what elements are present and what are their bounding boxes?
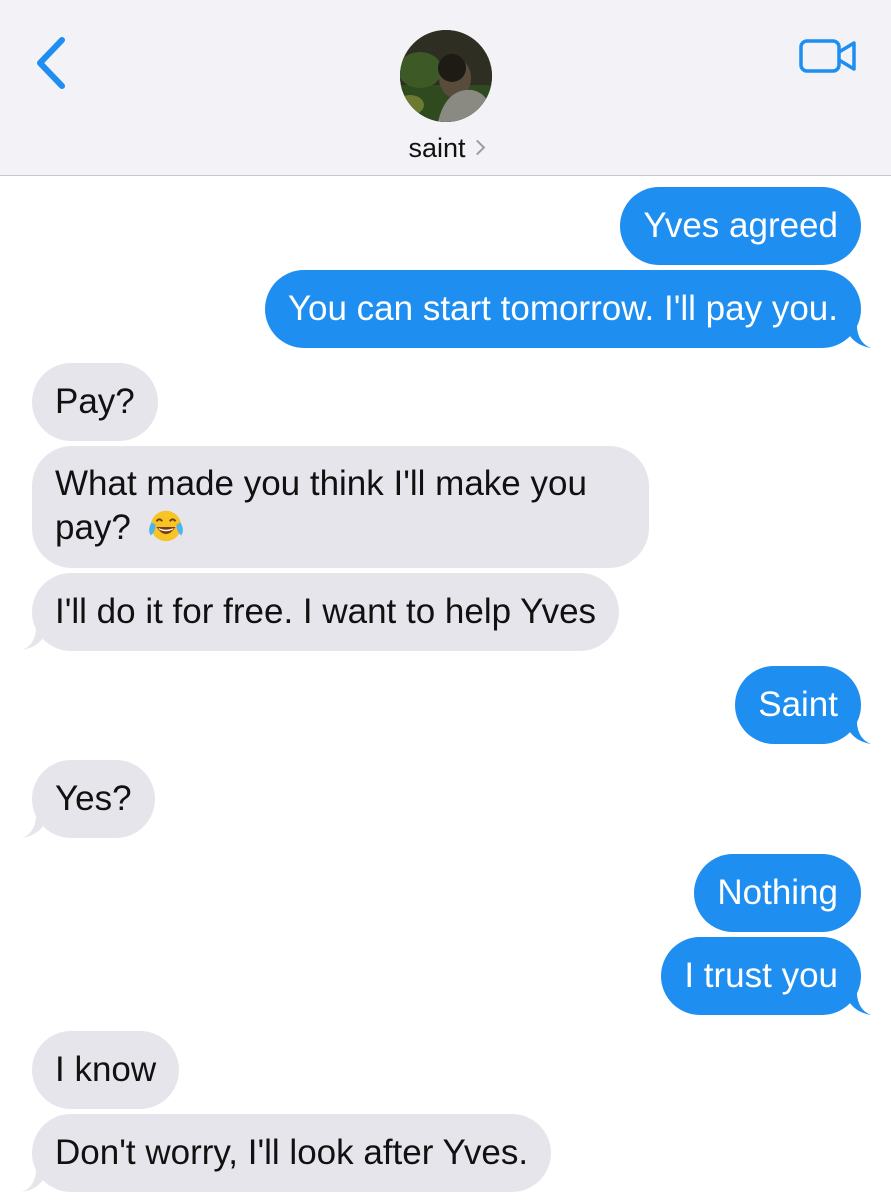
message-bubble-received[interactable]: I know [32,1031,180,1109]
contact-name-button[interactable]: saint [0,133,891,164]
bubble-tail [22,620,50,650]
chevron-right-icon [469,139,485,156]
bubble-tail [843,318,871,348]
message-text: I trust you [684,956,838,995]
message-bubble-received[interactable]: Don't worry, I'll look after Yves. [32,1114,552,1192]
message-text: What made you think I'll make you pay? [55,464,587,547]
message-bubble-sent[interactable]: Nothing [694,854,861,932]
message-text: Don't worry, I'll look after Yves. [55,1133,529,1172]
message-text: Nothing [717,873,838,912]
video-call-button[interactable] [799,38,857,74]
face-with-tears-of-joy-icon [148,510,183,542]
message-text: Pay? [55,382,135,421]
conversation-header: saint [0,0,891,176]
bubble-tail [22,808,50,838]
video-camera-icon [799,39,856,73]
bubble-tail [843,985,871,1015]
message-text: You can start tomorrow. I'll pay you. [287,289,838,328]
message-text: Saint [758,685,838,724]
avatar-photo [400,30,492,122]
message-bubble-sent[interactable]: Yves agreed [620,187,861,265]
message-text: I know [55,1050,157,1089]
bubble-tail [22,1162,50,1192]
message-bubble-received[interactable]: Yes? [32,760,155,838]
back-button[interactable] [28,32,78,94]
contact-avatar[interactable] [400,30,492,122]
message-bubble-received[interactable]: Pay? [32,363,158,441]
message-bubble-received[interactable]: What made you think I'll make you pay? [32,446,649,568]
message-text: Yes? [55,779,132,818]
message-text: Yves agreed [643,206,838,245]
message-bubble-sent[interactable]: You can start tomorrow. I'll pay you. [264,270,861,348]
message-text: I'll do it for free. I want to help Yves [55,592,597,631]
chevron-left-icon [37,37,65,89]
bubble-tail [843,714,871,744]
message-bubble-received[interactable]: I'll do it for free. I want to help Yves [32,573,620,651]
message-bubble-sent[interactable]: I trust you [661,937,861,1015]
contact-name: saint [408,133,466,163]
